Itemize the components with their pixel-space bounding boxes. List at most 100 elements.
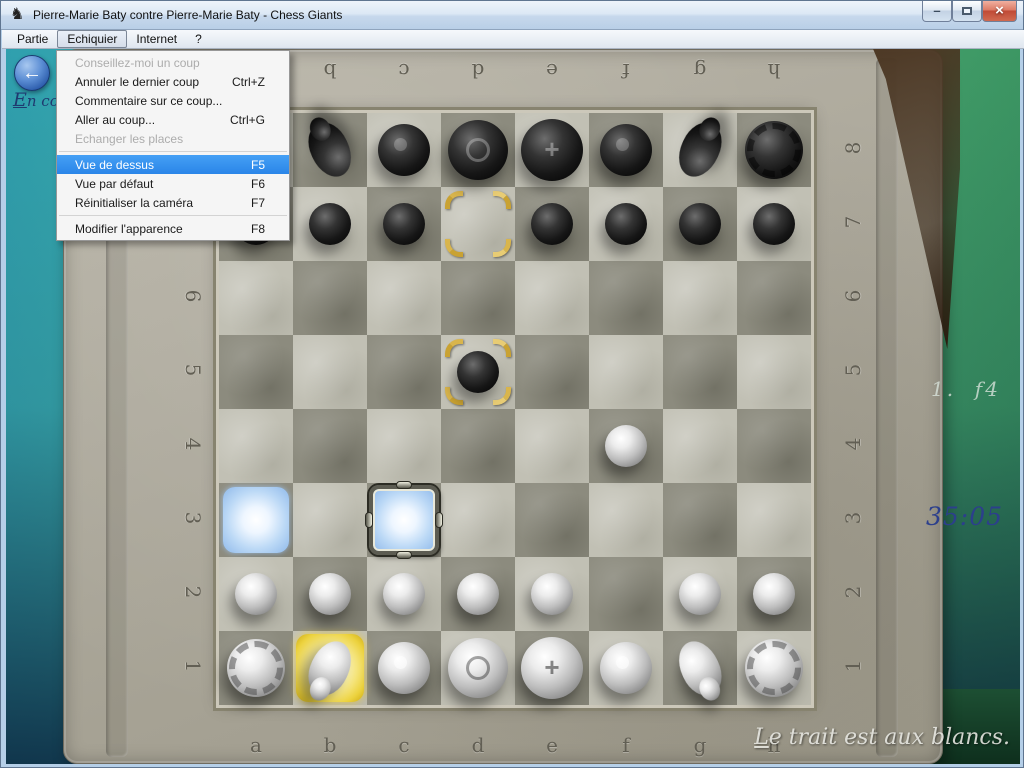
square-c4[interactable]: [367, 409, 441, 483]
back-button[interactable]: ←: [14, 55, 50, 91]
square-d8[interactable]: [441, 113, 515, 187]
piece-black-bishop[interactable]: [378, 124, 430, 176]
square-e7[interactable]: [515, 187, 589, 261]
square-b4[interactable]: [293, 409, 367, 483]
piece-black-pawn[interactable]: [383, 203, 425, 245]
minimize-button[interactable]: –: [922, 1, 952, 22]
piece-white-bishop[interactable]: [378, 642, 430, 694]
square-g5[interactable]: [663, 335, 737, 409]
square-d7[interactable]: [441, 187, 515, 261]
square-b3[interactable]: [293, 483, 367, 557]
menu-item-commentaire-sur-ce-coup[interactable]: Commentaire sur ce coup...: [57, 91, 289, 110]
square-e5[interactable]: [515, 335, 589, 409]
menu-echiquier[interactable]: Echiquier: [57, 30, 127, 48]
square-c3[interactable]: [367, 483, 441, 557]
square-h5[interactable]: [737, 335, 811, 409]
square-c1[interactable]: [367, 631, 441, 705]
square-e2[interactable]: [515, 557, 589, 631]
square-h8[interactable]: [737, 113, 811, 187]
square-b8[interactable]: [293, 113, 367, 187]
piece-black-rook[interactable]: [745, 121, 803, 179]
piece-black-queen[interactable]: [448, 120, 508, 180]
square-d4[interactable]: [441, 409, 515, 483]
menu-item-vue-de-dessus[interactable]: Vue de dessusF5: [57, 155, 289, 174]
square-f8[interactable]: [589, 113, 663, 187]
square-b6[interactable]: [293, 261, 367, 335]
square-h2[interactable]: [737, 557, 811, 631]
piece-black-pawn[interactable]: [753, 203, 795, 245]
piece-white-pawn[interactable]: [383, 573, 425, 615]
maximize-button[interactable]: [952, 1, 982, 22]
square-g2[interactable]: [663, 557, 737, 631]
piece-white-pawn[interactable]: [753, 573, 795, 615]
square-a2[interactable]: [219, 557, 293, 631]
square-g7[interactable]: [663, 187, 737, 261]
square-f3[interactable]: [589, 483, 663, 557]
legal-move-highlight[interactable]: [223, 487, 289, 553]
piece-black-knight[interactable]: [301, 117, 359, 184]
square-e1[interactable]: [515, 631, 589, 705]
piece-white-rook[interactable]: [227, 639, 285, 697]
square-c6[interactable]: [367, 261, 441, 335]
square-a5[interactable]: [219, 335, 293, 409]
square-e6[interactable]: [515, 261, 589, 335]
piece-white-pawn[interactable]: [235, 573, 277, 615]
menu-item-modifier-l-apparence[interactable]: Modifier l'apparenceF8: [57, 219, 289, 238]
square-d5[interactable]: [441, 335, 515, 409]
piece-white-pawn[interactable]: [605, 425, 647, 467]
square-b2[interactable]: [293, 557, 367, 631]
piece-white-pawn[interactable]: [309, 573, 351, 615]
square-b1[interactable]: [293, 631, 367, 705]
square-f7[interactable]: [589, 187, 663, 261]
square-d6[interactable]: [441, 261, 515, 335]
menu-item-annuler-le-dernier-coup[interactable]: Annuler le dernier coupCtrl+Z: [57, 72, 289, 91]
square-a1[interactable]: [219, 631, 293, 705]
square-c8[interactable]: [367, 113, 441, 187]
square-b5[interactable]: [293, 335, 367, 409]
menu-item-reinitialiser-la-camera[interactable]: Réinitialiser la caméraF7: [57, 193, 289, 212]
piece-black-pawn[interactable]: [531, 203, 573, 245]
menu-item-aller-au-coup[interactable]: Aller au coup...Ctrl+G: [57, 110, 289, 129]
piece-white-pawn[interactable]: [679, 573, 721, 615]
menu-item-vue-par-defaut[interactable]: Vue par défautF6: [57, 174, 289, 193]
square-f6[interactable]: [589, 261, 663, 335]
piece-black-pawn[interactable]: [309, 203, 351, 245]
square-d2[interactable]: [441, 557, 515, 631]
square-h4[interactable]: [737, 409, 811, 483]
square-g8[interactable]: [663, 113, 737, 187]
menu-partie[interactable]: Partie: [8, 30, 57, 48]
square-g6[interactable]: [663, 261, 737, 335]
close-button[interactable]: ×: [982, 1, 1017, 22]
square-a4[interactable]: [219, 409, 293, 483]
square-g3[interactable]: [663, 483, 737, 557]
piece-white-queen[interactable]: [448, 638, 508, 698]
square-h1[interactable]: [737, 631, 811, 705]
square-e8[interactable]: [515, 113, 589, 187]
square-c7[interactable]: [367, 187, 441, 261]
piece-white-pawn[interactable]: [457, 573, 499, 615]
piece-black-pawn[interactable]: [679, 203, 721, 245]
piece-white-rook[interactable]: [745, 639, 803, 697]
square-f4[interactable]: [589, 409, 663, 483]
menu-help[interactable]: ?: [186, 30, 211, 48]
square-a3[interactable]: [219, 483, 293, 557]
square-b7[interactable]: [293, 187, 367, 261]
menu-item-echanger-les-places[interactable]: Echanger les places: [57, 129, 289, 148]
legal-move-hover-highlight[interactable]: [369, 485, 439, 555]
square-h6[interactable]: [737, 261, 811, 335]
square-d1[interactable]: [441, 631, 515, 705]
piece-black-pawn[interactable]: [605, 203, 647, 245]
square-g4[interactable]: [663, 409, 737, 483]
piece-black-bishop[interactable]: [600, 124, 652, 176]
square-e4[interactable]: [515, 409, 589, 483]
square-f5[interactable]: [589, 335, 663, 409]
piece-black-pawn[interactable]: [457, 351, 499, 393]
square-c5[interactable]: [367, 335, 441, 409]
piece-black-king[interactable]: [521, 119, 583, 181]
square-e3[interactable]: [515, 483, 589, 557]
menu-item-conseillez-moi-un-coup[interactable]: Conseillez-moi un coup: [57, 53, 289, 72]
square-f1[interactable]: [589, 631, 663, 705]
piece-black-knight[interactable]: [671, 117, 729, 184]
square-h3[interactable]: [737, 483, 811, 557]
square-d3[interactable]: [441, 483, 515, 557]
